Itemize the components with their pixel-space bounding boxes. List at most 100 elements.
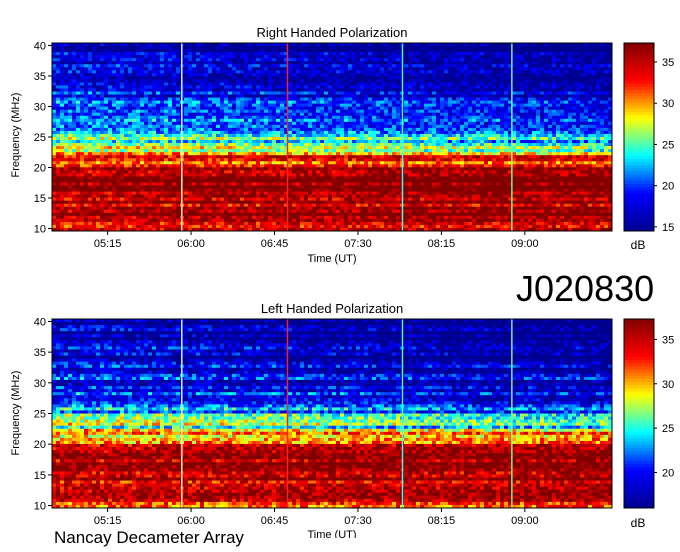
heatmap-cell [448, 109, 453, 114]
heatmap-cell [516, 146, 521, 150]
heatmap-cell [252, 106, 257, 111]
heatmap-cell [212, 64, 217, 68]
heatmap-cell [268, 124, 273, 129]
heatmap-cell [592, 88, 597, 92]
heatmap-cell [516, 85, 521, 89]
heatmap-cell [596, 73, 601, 77]
heatmap-cell [488, 137, 493, 141]
heatmap-cell [460, 121, 465, 126]
heatmap-cell [116, 137, 121, 141]
heatmap-cell [496, 100, 501, 105]
heatmap-cell [120, 91, 125, 95]
heatmap-cell [56, 130, 61, 135]
heatmap-cell [52, 130, 57, 135]
heatmap-cell [500, 146, 505, 150]
heatmap-cell [152, 100, 157, 105]
heatmap-cell [300, 76, 305, 80]
heatmap-cell [160, 124, 165, 129]
heatmap-cell [492, 67, 497, 71]
heatmap-cell [532, 127, 537, 132]
heatmap-cell [68, 100, 73, 105]
heatmap-cell [432, 49, 437, 53]
heatmap-cell [96, 91, 101, 95]
heatmap-cell [312, 100, 317, 105]
heatmap-cell [484, 79, 489, 83]
heatmap-cell [408, 52, 413, 56]
heatmap-cell [352, 52, 357, 56]
heatmap-cell [504, 140, 509, 144]
heatmap-cell [84, 52, 89, 56]
heatmap-cell [240, 127, 245, 132]
heatmap-cell [556, 112, 561, 117]
heatmap-cell [108, 94, 113, 98]
heatmap-cell [344, 58, 349, 62]
heatmap-cell [372, 118, 377, 123]
heatmap-cell [392, 64, 397, 68]
heatmap-cell [92, 85, 97, 89]
heatmap-cell [344, 55, 349, 59]
heatmap-cell [280, 70, 285, 74]
heatmap-cell [532, 43, 537, 47]
heatmap-cell [412, 109, 417, 114]
heatmap-cell [268, 88, 273, 92]
heatmap-cell [520, 82, 525, 86]
heatmap-cell [540, 43, 545, 47]
heatmap-cell [100, 127, 105, 132]
heatmap-cell [192, 79, 197, 83]
heatmap-cell [292, 88, 297, 92]
heatmap-cell [524, 55, 529, 59]
heatmap-cell [72, 97, 77, 102]
heatmap-cell [388, 103, 393, 108]
heatmap-cell [472, 103, 477, 108]
heatmap-cell [120, 64, 125, 68]
heatmap-cell [584, 103, 589, 108]
heatmap-cell [556, 88, 561, 92]
heatmap-cell [144, 115, 149, 120]
heatmap-cell [192, 133, 197, 138]
heatmap-cell [416, 100, 421, 105]
heatmap-cell [248, 133, 253, 138]
heatmap-cell [256, 49, 261, 53]
heatmap-cell [204, 143, 209, 147]
heatmap-cell [252, 115, 257, 120]
heatmap-cell [224, 103, 229, 108]
heatmap-cell [560, 133, 565, 138]
heatmap-cell [328, 43, 333, 47]
heatmap-cell [496, 67, 501, 71]
heatmap-cell [220, 52, 225, 56]
heatmap-cell [364, 103, 369, 108]
heatmap-cell [300, 103, 305, 108]
heatmap-cell [588, 143, 593, 147]
heatmap-cell [156, 140, 161, 144]
heatmap-cell [276, 106, 281, 111]
heatmap-cell [516, 127, 521, 132]
heatmap-cell [412, 140, 417, 144]
heatmap-cell [316, 118, 321, 123]
heatmap-cell [148, 61, 153, 65]
heatmap-cell [152, 79, 157, 83]
heatmap-cell [528, 73, 533, 77]
heatmap-cell [56, 85, 61, 89]
heatmap-cell [252, 55, 257, 59]
heatmap-cell [260, 94, 265, 98]
heatmap-cell [228, 91, 233, 95]
heatmap-cell [64, 124, 69, 129]
heatmap-cell [120, 130, 125, 135]
heatmap-cell [192, 143, 197, 147]
heatmap-cell [348, 79, 353, 83]
heatmap-cell [120, 82, 125, 86]
heatmap-cell [488, 55, 493, 59]
heatmap-cell [516, 112, 521, 117]
heatmap-cell [336, 127, 341, 132]
heatmap-cell [548, 143, 553, 147]
heatmap-cell [236, 79, 241, 83]
heatmap-cell [460, 73, 465, 77]
heatmap-cell [360, 137, 365, 141]
heatmap-cell [176, 112, 181, 117]
heatmap-cell [252, 149, 257, 153]
heatmap-cell [436, 73, 441, 77]
heatmap-cell [60, 91, 65, 95]
heatmap-cell [152, 137, 157, 141]
heatmap-cell [360, 118, 365, 123]
heatmap-cell [244, 133, 249, 138]
